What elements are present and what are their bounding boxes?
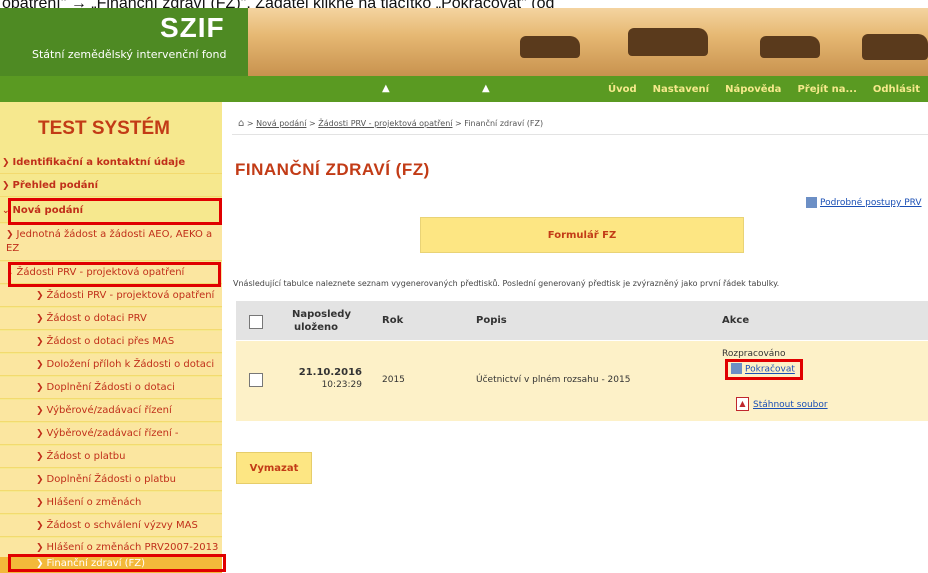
logo: SZIF: [160, 12, 225, 43]
sidebar-subitem-subsidy-mas[interactable]: ❯ Žádost o dotaci přes MAS: [0, 331, 222, 353]
row-checkbox[interactable]: [249, 373, 263, 387]
sidebar-subitem-supplement-payment[interactable]: ❯ Doplnění Žádosti o platbu: [0, 469, 222, 491]
highlight-new-submissions: [8, 198, 222, 225]
header-description: Popis: [476, 315, 507, 326]
delete-button[interactable]: Vymazat: [236, 452, 312, 484]
form-fz-button[interactable]: Formulář FZ: [420, 217, 744, 253]
table-header: Naposledy uloženo Rok Popis Akce: [236, 301, 928, 341]
highlight-prv-project: [8, 262, 221, 287]
site-header: SZIF Státní zemědělský intervenční fond: [0, 8, 928, 76]
nav-settings[interactable]: Nastavení: [645, 84, 717, 95]
sidebar-subitem-tender-supplement[interactable]: ❯Výběrové/zadávací řízení - doplnění: [0, 423, 222, 461]
nav-home[interactable]: Úvod: [600, 84, 645, 95]
breadcrumb-current: Finanční zdraví (FZ): [464, 119, 544, 128]
sidebar-subitem-subsidy-prv[interactable]: ❯ Žádost o dotaci PRV: [0, 308, 222, 330]
cow-image: [862, 34, 928, 60]
user-icon[interactable]: ▲: [482, 83, 494, 95]
sidebar-item-unified-application[interactable]: ❯ Jednotná žádost a žádosti AEO, AEKO a E…: [0, 224, 222, 261]
breadcrumb-divider: [232, 134, 928, 135]
breadcrumb: ⌂ > Nová podání > Žádosti PRV - projekto…: [238, 118, 544, 129]
sidebar-subitem-payment[interactable]: ❯ Žádost o platbu: [0, 446, 222, 468]
sidebar-subitem-tender[interactable]: ❯ Výběrové/zadávací řízení: [0, 400, 222, 422]
nav-goto[interactable]: Přejít na...: [789, 84, 864, 95]
sidebar-subitem-mas-approval[interactable]: ❯ Žádost o schválení výzvy MAS: [0, 515, 222, 537]
document-icon: [806, 197, 817, 208]
sidebar-subitem-change-report[interactable]: ❯ Hlášení o změnách: [0, 492, 222, 514]
header-year: Rok: [382, 315, 404, 326]
nav-logout[interactable]: Odhlásit: [865, 84, 928, 95]
pdf-icon: ▲: [736, 397, 749, 411]
row-status: Rozpracováno: [722, 349, 786, 359]
download-link[interactable]: ▲ Stáhnout soubor: [736, 397, 828, 411]
sidebar-item-identification[interactable]: ❯ Identifikační a kontaktní údaje: [0, 152, 222, 174]
home-icon[interactable]: ⌂: [238, 118, 244, 129]
header-saved: Naposledy uloženo: [292, 309, 351, 333]
sidebar-subitem-supplement-subsidy[interactable]: ❯ Doplnění Žádosti o dotaci: [0, 377, 222, 399]
table-info-text: Vnásledující tabulce naleznete seznam vy…: [233, 279, 780, 288]
sidebar-item-overview[interactable]: ❯ Přehled podání: [0, 175, 222, 197]
cow-image: [628, 28, 708, 56]
breadcrumb-link-new-submissions[interactable]: Nová podání: [256, 119, 306, 128]
header-actions: Akce: [722, 315, 750, 326]
logo-area[interactable]: SZIF Státní zemědělský intervenční fond: [0, 8, 248, 76]
continue-link[interactable]: Pokračovat: [725, 359, 803, 380]
row-description: Účetnictví v plném rozsahu - 2015: [476, 375, 631, 385]
highlight-financial-health: [8, 554, 226, 572]
document-icon: [731, 363, 742, 374]
drafts-table: Naposledy uloženo Rok Popis Akce 21.10.2…: [236, 301, 928, 421]
sidebar-subitem-prv-project[interactable]: ❯ Žádosti PRV - projektová opatření: [0, 285, 222, 307]
table-row: 21.10.2016 10:23:29 2015 Účetnictví v pl…: [236, 341, 928, 421]
select-all-checkbox[interactable]: [249, 315, 263, 329]
cow-image: [520, 36, 580, 58]
sidebar-title: TEST SYSTÉM: [38, 118, 170, 139]
page-title: FINANČNÍ ZDRAVÍ (FZ): [235, 160, 430, 179]
detail-procedures-link[interactable]: Podrobné postupy PRV: [806, 197, 922, 208]
cow-image: [760, 36, 820, 58]
row-year: 2015: [382, 375, 405, 385]
user-icon[interactable]: ▲: [382, 83, 394, 95]
breadcrumb-link-prv-project[interactable]: Žádosti PRV - projektová opatření: [318, 119, 452, 128]
nav-help[interactable]: Nápověda: [717, 84, 789, 95]
row-date: 21.10.2016 10:23:29: [298, 367, 362, 390]
sidebar-subitem-attachments[interactable]: ❯ Doložení příloh k Žádosti o dotaci: [0, 354, 222, 376]
logo-subtitle: Státní zemědělský intervenční fond: [32, 48, 227, 61]
top-navigation: ▲ ▲ Úvod Nastavení Nápověda Přejít na...…: [0, 76, 928, 102]
